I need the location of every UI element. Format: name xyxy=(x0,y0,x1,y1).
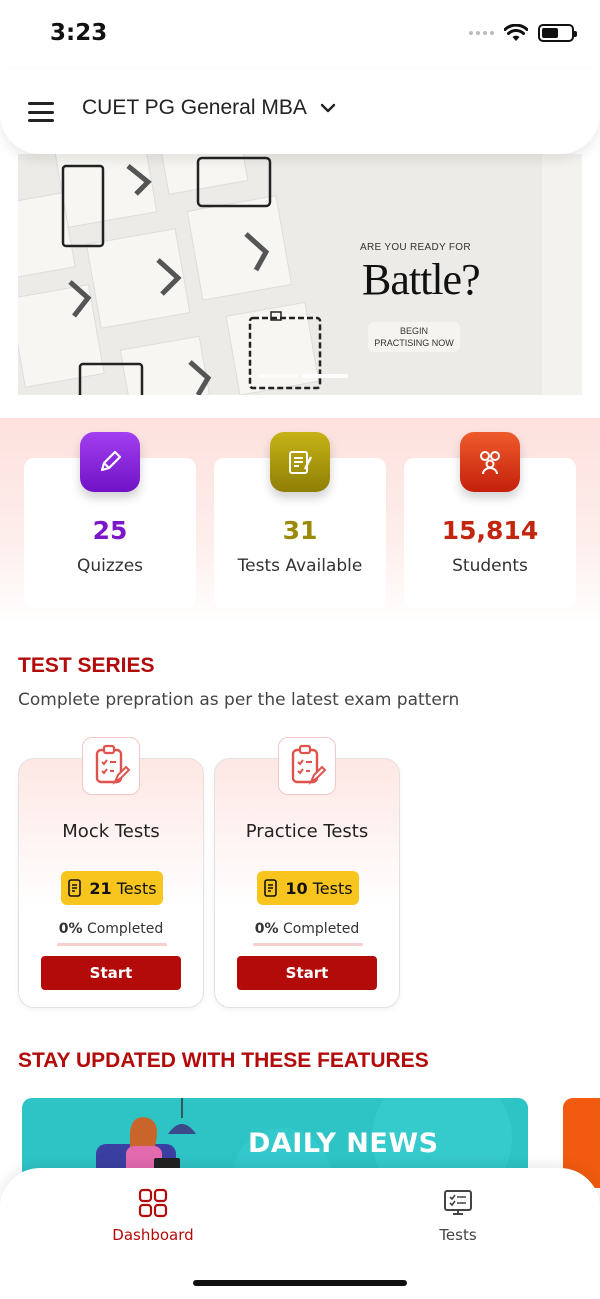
stat-label: Quizzes xyxy=(76,556,144,576)
status-time: 3:23 xyxy=(50,20,108,46)
practice-tests-card[interactable]: Practice Tests 10 Tests 0% Completed Sta… xyxy=(214,737,400,1008)
hamburger-menu-icon[interactable] xyxy=(28,102,54,122)
banner-cta-line2: PRACTISING NOW xyxy=(374,338,454,348)
stat-card-tests-available[interactable]: 31 Tests Available xyxy=(214,432,386,608)
banner-headline: Battle? xyxy=(362,255,481,304)
bottom-navigation: Dashboard Tests xyxy=(0,1168,600,1299)
stat-label: Tests Available xyxy=(237,556,363,576)
tests-count-badge: 21 Tests xyxy=(61,871,163,905)
banner-cta-line1: BEGIN xyxy=(399,326,428,336)
tests-count-suffix: Tests xyxy=(116,878,157,898)
completion-text: 0% Completed xyxy=(215,921,399,937)
completion-text: 0% Completed xyxy=(19,921,203,937)
progress-bar xyxy=(57,943,167,946)
stats-section: 25 Quizzes 31 Tests Available 15,814 Stu… xyxy=(0,418,600,623)
app-header: CUET PG General MBA xyxy=(0,70,600,154)
tests-count: 10 xyxy=(285,878,308,898)
carousel-dot xyxy=(258,374,298,378)
nav-dashboard[interactable]: Dashboard xyxy=(108,1188,198,1244)
tests-count: 21 xyxy=(89,878,112,898)
status-bar: 3:23 xyxy=(0,0,600,72)
series-name: Mock Tests xyxy=(62,821,160,842)
banner-eyebrow: ARE YOU READY FOR xyxy=(360,242,471,253)
banner-cta[interactable]: BEGIN PRACTISING NOW xyxy=(368,322,460,352)
progress-bar xyxy=(253,943,363,946)
stat-value: 31 xyxy=(282,516,318,545)
series-name: Practice Tests xyxy=(245,821,369,842)
tests-count-suffix: Tests xyxy=(312,878,353,898)
nav-label: Tests xyxy=(439,1226,477,1244)
stat-label: Students xyxy=(452,556,528,576)
completion-percent: 0% xyxy=(254,921,279,937)
nav-label: Dashboard xyxy=(112,1226,194,1244)
stat-card-students[interactable]: 15,814 Students xyxy=(404,432,576,608)
course-title: CUET PG General MBA xyxy=(82,96,307,119)
mock-tests-card[interactable]: Mock Tests 21 Tests 0% Completed Start xyxy=(18,737,204,1008)
completion-suffix: Completed xyxy=(282,921,360,937)
document-icon xyxy=(68,879,82,897)
stat-value: 25 xyxy=(92,516,128,545)
test-sheet-icon xyxy=(270,432,330,492)
start-button[interactable]: Start xyxy=(237,956,377,990)
wifi-icon xyxy=(504,24,528,41)
banner-artwork xyxy=(18,154,582,395)
nav-tests[interactable]: Tests xyxy=(418,1188,498,1244)
pencil-icon xyxy=(80,432,140,492)
completion-percent: 0% xyxy=(58,921,83,937)
course-selector[interactable]: CUET PG General MBA xyxy=(82,96,337,120)
tests-count-badge: 10 Tests xyxy=(257,871,359,905)
test-series-subtitle: Complete prepration as per the latest ex… xyxy=(18,690,460,710)
chevron-down-icon xyxy=(320,103,336,113)
features-title: STAY UPDATED WITH THESE FEATURES xyxy=(18,1049,429,1072)
completion-suffix: Completed xyxy=(86,921,164,937)
monitor-checklist-icon xyxy=(444,1190,472,1215)
battery-icon xyxy=(538,24,577,42)
clipboard-edit-icon xyxy=(278,737,336,795)
test-series-title: TEST SERIES xyxy=(18,654,155,677)
document-icon xyxy=(264,879,278,897)
grid-icon xyxy=(138,1188,168,1218)
stat-card-quizzes[interactable]: 25 Quizzes xyxy=(24,432,196,608)
students-icon xyxy=(460,432,520,492)
feature-title: DAILY NEWS xyxy=(248,1128,439,1159)
carousel-dot-active xyxy=(302,374,348,378)
promo-banner[interactable]: ARE YOU READY FOR Battle? BEGIN PRACTISI… xyxy=(18,154,582,395)
clipboard-edit-icon xyxy=(82,737,140,795)
stat-value: 15,814 xyxy=(441,516,539,545)
start-button[interactable]: Start xyxy=(41,956,181,990)
status-icons xyxy=(469,24,577,42)
home-indicator xyxy=(193,1280,407,1286)
cellular-signal-icon xyxy=(469,31,494,35)
carousel-indicator xyxy=(258,374,348,378)
